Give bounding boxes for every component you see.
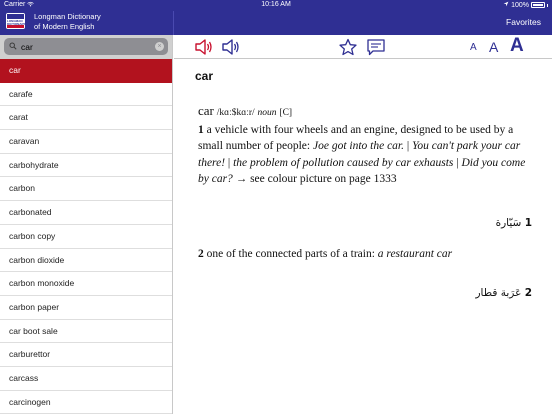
list-item[interactable]: caravan [0, 130, 172, 154]
toolbar: A A A [174, 35, 552, 59]
sidebar: × car carafe carat caravan carbohydrate … [0, 35, 173, 414]
pronunciation: /kɑː$kɑːr/ [216, 108, 255, 118]
font-size-small-button[interactable]: A [470, 42, 477, 60]
entry-body: car /kɑː$kɑːr/ noun [C] 1 a vehicle with… [198, 103, 528, 188]
status-bar: Carrier 10:16 AM 100% [0, 0, 552, 11]
part-of-speech: noun [257, 108, 277, 118]
favorites-button[interactable]: Favorites [506, 17, 541, 27]
list-item[interactable]: carbon monoxide [0, 272, 172, 296]
app-title-line2: of Modern English [34, 22, 95, 31]
favorite-star-icon[interactable] [338, 38, 358, 56]
cross-reference-link[interactable]: → see colour picture on page 1333 [236, 173, 397, 185]
definition: one of the connected parts of a train: [206, 248, 375, 260]
app-title: Longman Dictionary of Modern English [34, 12, 101, 32]
headword: car [198, 103, 214, 118]
list-item[interactable]: carbon dioxide [0, 249, 172, 273]
list-item[interactable]: carbonated [0, 201, 172, 225]
grammar-code: [C] [279, 108, 293, 118]
list-item[interactable]: carbon paper [0, 296, 172, 320]
longman-logo: LONGMAN DICTIONARY [6, 13, 26, 29]
search-bar: × [0, 35, 172, 59]
list-item[interactable]: carafe [0, 83, 172, 107]
list-item[interactable]: car boot sale [0, 320, 172, 344]
arabic-translation: 1 سَيّارة [496, 217, 532, 229]
battery-icon [531, 2, 545, 8]
list-item[interactable]: carbon [0, 177, 172, 202]
translation-number: 1 [524, 217, 532, 229]
word-list: car carafe carat caravan carbohydrate ca… [0, 59, 172, 414]
translation-text: عَرَبة قطار [475, 287, 522, 299]
example: a restaurant car [377, 248, 453, 260]
list-item[interactable]: carcinogen [0, 391, 172, 414]
search-icon [9, 42, 17, 50]
arabic-translation: 2 عَرَبة قطار [475, 287, 532, 299]
clock: 10:16 AM [261, 1, 291, 8]
list-item[interactable]: carburettor [0, 343, 172, 367]
sense-2: 2 one of the connected parts of a train:… [198, 248, 452, 260]
translation-text: سَيّارة [495, 217, 522, 229]
list-item[interactable]: carat [0, 106, 172, 131]
font-size-large-button[interactable]: A [510, 35, 524, 56]
sense-number: 1 [198, 123, 204, 136]
list-item[interactable]: carbohydrate [0, 154, 172, 178]
entry-title: car [195, 69, 214, 83]
example-separator: | [227, 156, 231, 169]
app-title-line1: Longman Dictionary [34, 12, 101, 21]
sense-number: 2 [198, 248, 204, 260]
list-item[interactable]: car [0, 59, 172, 83]
example-separator: | [406, 140, 410, 152]
font-size-medium-button[interactable]: A [489, 39, 498, 57]
entry-view: car car /kɑː$kɑːr/ noun [C] 1 a vehicle … [174, 59, 552, 414]
example-separator: | [456, 156, 459, 169]
search-input[interactable] [21, 40, 151, 53]
nav-bar: LONGMAN DICTIONARY Longman Dictionary of… [0, 11, 552, 35]
american-pronunciation-speaker-icon[interactable] [221, 38, 241, 56]
location-icon [503, 1, 509, 9]
list-item[interactable]: carcass [0, 367, 172, 391]
note-icon[interactable] [366, 38, 386, 56]
british-pronunciation-speaker-icon[interactable] [194, 38, 214, 56]
list-item[interactable]: carbon copy [0, 225, 172, 249]
example: the problem of pollution caused by car e… [233, 156, 454, 169]
translation-number: 2 [524, 287, 532, 299]
battery-status: 100% [503, 1, 548, 9]
clear-search-icon[interactable]: × [155, 42, 164, 51]
example: Joe got into the car. [312, 140, 405, 152]
search-box[interactable]: × [4, 38, 168, 55]
battery-percent: 100% [511, 1, 529, 9]
